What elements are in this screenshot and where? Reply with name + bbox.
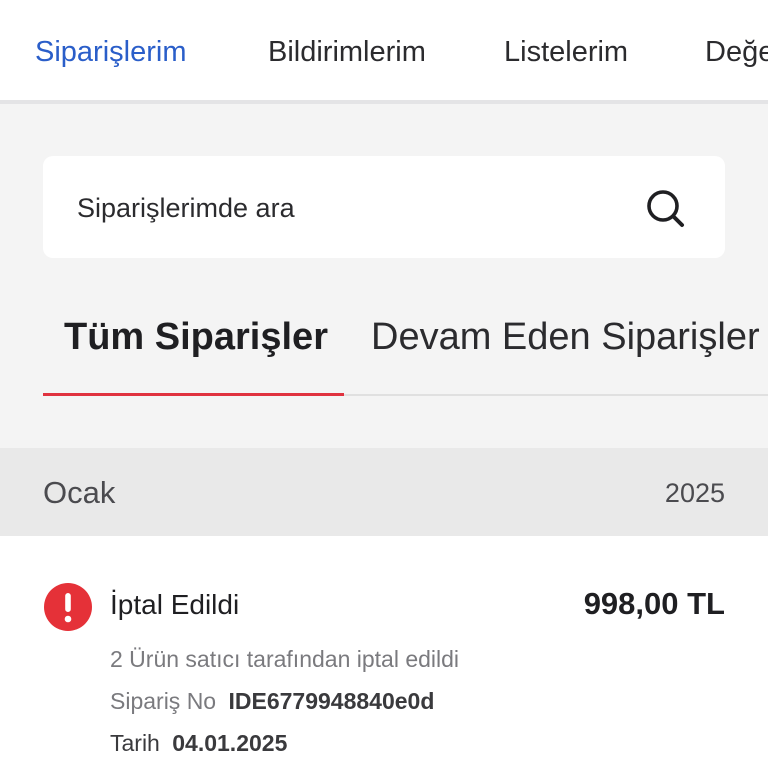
order-date-row: Tarih 04.01.2025: [110, 730, 287, 757]
tab-listelerim[interactable]: Listelerim: [504, 34, 628, 70]
tab-siparislerim[interactable]: Siparişlerim: [35, 34, 186, 70]
year-label: 2025: [664, 478, 725, 508]
order-status: İptal Edildi: [110, 589, 240, 620]
order-number-row: Sipariş No IDE6779948840e0d: [110, 688, 434, 715]
orders-filter-area: Tüm Siparişler Devam Eden Siparişler: [0, 104, 768, 448]
order-price: 998,00 TL: [583, 586, 725, 621]
tab-degerlendirmelerim[interactable]: Değe: [705, 34, 768, 70]
tab-ongoing-orders[interactable]: Devam Eden Siparişler: [371, 314, 760, 360]
order-date-label: Tarih: [110, 730, 160, 756]
order-card[interactable]: İptal Edildi 998,00 TL 2 Ürün satıcı tar…: [0, 536, 768, 768]
order-number-label: Sipariş No: [110, 688, 217, 714]
order-note: 2 Ürün satıcı tarafından iptal edildi: [110, 646, 460, 672]
order-date: 04.01.2025: [172, 730, 288, 756]
month-name: Ocak: [43, 475, 116, 510]
alert-icon: [43, 582, 93, 632]
order-tab-active-indicator: [43, 393, 344, 396]
order-number: IDE6779948840e0d: [228, 688, 435, 714]
month-group-header: Ocak 2025: [0, 448, 768, 536]
search-box: [43, 156, 725, 258]
search-icon[interactable]: [643, 186, 687, 230]
tab-bildirimlerim[interactable]: Bildirimlerim: [268, 34, 426, 70]
tab-all-orders[interactable]: Tüm Siparişler: [64, 314, 328, 360]
search-input[interactable]: [77, 188, 617, 228]
top-tab-bar: Siparişlerim Bildirimlerim Listelerim De…: [0, 0, 768, 104]
